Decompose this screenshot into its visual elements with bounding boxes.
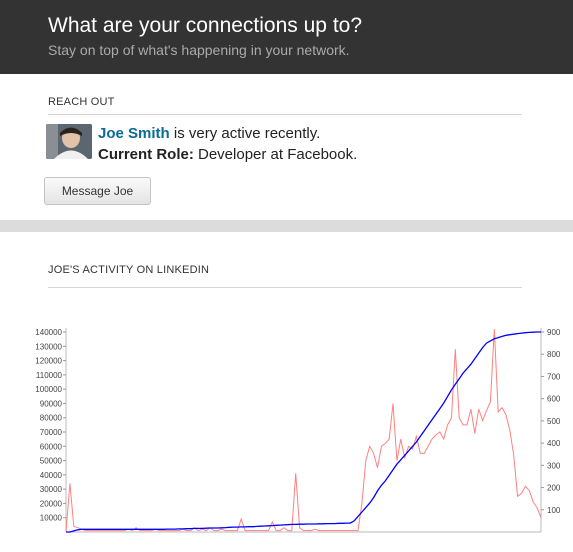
role-value: Developer at Facebook. <box>193 146 358 163</box>
series-line-right-axis <box>66 331 541 533</box>
left-axis-tick-label: 50000 <box>40 457 63 466</box>
activity-summary: Joe Smith is very active recently. <box>98 125 320 142</box>
series-line-left-axis <box>65 329 542 533</box>
person-photo-icon <box>46 124 92 159</box>
activity-heading: JOE'S ACTIVITY ON LINKEDIN <box>48 264 210 276</box>
avatar[interactable] <box>46 124 92 159</box>
right-axis-tick-label: 800 <box>547 350 561 359</box>
left-axis-tick-label: 90000 <box>40 399 63 408</box>
right-axis-tick-label: 700 <box>547 372 561 381</box>
left-axis-tick-label: 40000 <box>40 471 63 480</box>
left-axis-tick-label: 70000 <box>40 428 63 437</box>
left-axis-tick-label: 20000 <box>40 499 63 508</box>
page-header: What are your connections up to? Stay on… <box>0 0 573 74</box>
reach-out-heading: REACH OUT <box>48 96 115 108</box>
profile-link-joe-smith[interactable]: Joe Smith <box>98 125 170 142</box>
left-axis-tick-label: 130000 <box>35 342 62 351</box>
right-axis-tick-label: 500 <box>547 417 561 426</box>
message-joe-button[interactable]: Message Joe <box>44 177 151 205</box>
left-axis-tick-label: 60000 <box>40 442 63 451</box>
page-title: What are your connections up to? <box>48 14 363 37</box>
left-axis-tick-label: 30000 <box>40 485 63 494</box>
left-axis-tick-label: 120000 <box>35 357 62 366</box>
right-axis-tick-label: 600 <box>547 395 561 404</box>
reach-out-divider <box>48 114 522 115</box>
activity-chart: 10000 20000 30000 40000 50000 60000 70000 80000… <box>35 328 561 533</box>
activity-text: is very active recently. <box>169 125 321 142</box>
left-axis-tick-label: 140000 <box>35 328 62 337</box>
activity-divider <box>48 287 522 288</box>
right-axis-tick-label: 100 <box>547 506 561 515</box>
left-axis-tick-label: 10000 <box>40 514 63 523</box>
right-axis-tick-label: 900 <box>547 328 561 337</box>
page-subtitle: Stay on top of what's happening in your … <box>48 42 350 58</box>
role-label: Current Role: <box>98 146 194 163</box>
right-axis-tick-label: 200 <box>547 484 561 493</box>
left-axis-tick-label: 80000 <box>40 414 63 423</box>
section-divider <box>0 220 573 232</box>
right-axis-tick-label: 300 <box>547 461 561 470</box>
right-axis-tick-label: 400 <box>547 439 561 448</box>
left-axis-tick-label: 110000 <box>36 371 63 380</box>
left-axis-tick-label: 100000 <box>35 385 62 394</box>
current-role: Current Role: Developer at Facebook. <box>98 146 357 163</box>
